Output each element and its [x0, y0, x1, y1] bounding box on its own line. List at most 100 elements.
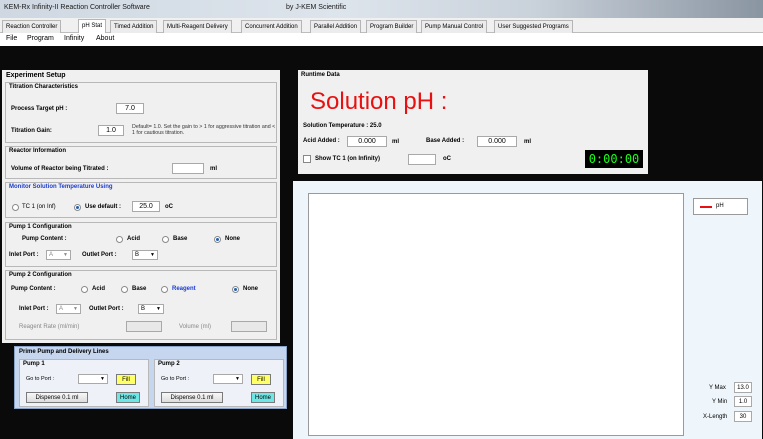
experiment-setup-panel: Experiment Setup Titration Characteristi…: [2, 70, 280, 343]
titration-gain-input[interactable]: 1.0: [98, 125, 124, 136]
pump2-base-label: Base: [132, 286, 147, 292]
pump1-none-radio[interactable]: [214, 236, 221, 243]
tab-parallel-addition[interactable]: Parallel Addition: [310, 20, 362, 33]
pump2-inlet-select[interactable]: A ▼: [56, 304, 81, 314]
reagent-rate-input[interactable]: [126, 321, 162, 332]
tab-multi-reagent-delivery[interactable]: Multi-Reagent Delivery: [163, 20, 232, 33]
titration-gain-hint: Default= 1.0. Set the gain to > 1 for ag…: [132, 124, 276, 136]
menu-about[interactable]: About: [96, 35, 114, 42]
pump2-outlet-value: B: [141, 306, 146, 312]
experiment-setup-title: Experiment Setup: [6, 72, 66, 79]
base-added-value: 0.000: [477, 136, 517, 147]
chevron-down-icon: ▼: [100, 376, 105, 382]
pump2-inlet-label: Inlet Port :: [19, 306, 49, 312]
pump2-reagent-radio[interactable]: [161, 286, 168, 293]
prime-pump1-port-select[interactable]: ▼: [78, 374, 108, 384]
ymin-label: Y Min: [712, 399, 728, 405]
ymax-input[interactable]: 13.0: [734, 382, 752, 393]
reactor-group: Reactor Information Volume of Reactor be…: [5, 146, 277, 179]
runtime-data-title: Runtime Data: [301, 72, 340, 78]
show-tc1-checkbox[interactable]: [303, 155, 311, 163]
window-title: KEM-Rx Infinity-II Reaction Controller S…: [4, 4, 150, 11]
menu-file[interactable]: File: [6, 35, 17, 42]
solution-ph-heading: Solution pH :: [310, 88, 448, 115]
reactor-volume-label: Volume of Reactor being Titrated :: [11, 166, 109, 172]
window-subtitle: by J-KEM Scientific: [286, 4, 347, 11]
ph-chart-plot-area: [308, 193, 684, 436]
show-tc1-label: Show TC 1 (on Infinity): [315, 156, 380, 162]
chevron-down-icon: ▼: [63, 252, 68, 258]
target-ph-label: Process Target pH :: [11, 106, 68, 112]
title-bar: KEM-Rx Infinity-II Reaction Controller S…: [0, 0, 763, 18]
tab-program-builder[interactable]: Program Builder: [366, 20, 418, 33]
reactor-volume-input[interactable]: [172, 163, 204, 174]
pump2-content-label: Pump Content :: [11, 286, 56, 292]
solution-temperature-label: Solution Temperature : 25.0: [303, 123, 382, 129]
prime-pump2-fill-button[interactable]: Fill: [251, 374, 271, 385]
target-ph-input[interactable]: 7.0: [116, 103, 144, 114]
pump2-base-radio[interactable]: [121, 286, 128, 293]
default-temperature-input[interactable]: 25.0: [132, 201, 160, 212]
prime-pump2-dispense-button[interactable]: Dispense 0.1 ml: [161, 392, 223, 403]
pump1-acid-label: Acid: [127, 236, 141, 242]
prime-pump2-home-button[interactable]: Home: [251, 392, 275, 403]
prime-pump1-home-button[interactable]: Home: [116, 392, 140, 403]
tab-concurrent-addition[interactable]: Concurrent Addition: [241, 20, 302, 33]
prime-pump2-goto-label: Go to Port :: [161, 376, 190, 382]
tab-pump-manual-control[interactable]: Pump Manual Control: [421, 20, 488, 33]
pump2-none-radio[interactable]: [232, 286, 239, 293]
reagent-volume-input[interactable]: [231, 321, 267, 332]
menu-program[interactable]: Program: [27, 35, 54, 42]
tab-reaction-controller[interactable]: Reaction Controller: [2, 20, 62, 33]
prime-pump2-port-select[interactable]: ▼: [213, 374, 243, 384]
runtime-data-panel: Runtime Data Solution pH : Solution Temp…: [298, 70, 648, 174]
use-default-label: Use default :: [85, 204, 122, 210]
chevron-down-icon: ▼: [150, 252, 155, 258]
chevron-down-icon: ▼: [235, 376, 240, 382]
xlength-input[interactable]: 30: [734, 411, 752, 422]
prime-pump1-fill-button[interactable]: Fill: [116, 374, 136, 385]
chevron-down-icon: ▼: [156, 306, 161, 312]
acid-added-label: Acid Added :: [303, 138, 340, 144]
menu-bar: File Program Infinity About: [0, 33, 763, 46]
menu-infinity[interactable]: Infinity: [64, 35, 84, 42]
prime-pump-panel: Prime Pump and Delivery Lines Pump 1 Go …: [14, 346, 287, 409]
chart-legend: pH: [693, 198, 748, 215]
pump1-outlet-select[interactable]: B ▼: [132, 250, 158, 260]
pump1-inlet-label: Inlet Port :: [9, 252, 39, 258]
pump1-outlet-label: Outlet Port :: [82, 252, 117, 258]
prime-pump1-dispense-button[interactable]: Dispense 0.1 ml: [26, 392, 88, 403]
default-temperature-unit: oC: [165, 204, 173, 210]
pump2-acid-radio[interactable]: [81, 286, 88, 293]
pump1-none-label: None: [225, 236, 240, 242]
ymax-label: Y Max: [709, 385, 726, 391]
use-default-radio[interactable]: [74, 204, 81, 211]
base-added-label: Base Added :: [426, 138, 465, 144]
elapsed-timer: 0:00:00: [585, 150, 643, 168]
tab-user-suggested-programs[interactable]: User Suggested Programs: [494, 20, 573, 33]
tc1-radio[interactable]: [12, 204, 19, 211]
legend-line-icon: [700, 206, 712, 208]
pump2-reagent-label: Reagent: [172, 286, 196, 292]
pump2-config-title: Pump 2 Configuration: [9, 272, 72, 278]
pump2-outlet-select[interactable]: B ▼: [138, 304, 164, 314]
show-tc1-value: [408, 154, 436, 165]
acid-added-value: 0.000: [347, 136, 387, 147]
pump1-base-label: Base: [173, 236, 188, 242]
ymin-input[interactable]: 1.0: [734, 396, 752, 407]
titration-gain-label: Titration Gain:: [11, 128, 52, 134]
pump1-base-radio[interactable]: [162, 236, 169, 243]
prime-pump2-group: Pump 2 Go to Port : ▼ Fill Dispense 0.1 …: [154, 359, 284, 407]
pump2-outlet-label: Outlet Port :: [89, 306, 124, 312]
tab-ph-stat[interactable]: pH Stat: [78, 19, 107, 34]
prime-pump-title: Prime Pump and Delivery Lines: [19, 349, 109, 355]
pump1-outlet-value: B: [135, 252, 140, 258]
pump1-inlet-select[interactable]: A ▼: [46, 250, 71, 260]
xlength-label: X-Length: [703, 414, 728, 420]
pump1-acid-radio[interactable]: [116, 236, 123, 243]
tab-timed-addition[interactable]: Timed Addition: [110, 20, 158, 33]
temperature-group: Monitor Solution Temperature Using TC 1 …: [5, 182, 277, 218]
pump1-inlet-value: A: [49, 252, 54, 258]
pump2-config-group: Pump 2 Configuration Pump Content : Acid…: [5, 270, 277, 340]
pump1-config-title: Pump 1 Configuration: [9, 224, 72, 230]
